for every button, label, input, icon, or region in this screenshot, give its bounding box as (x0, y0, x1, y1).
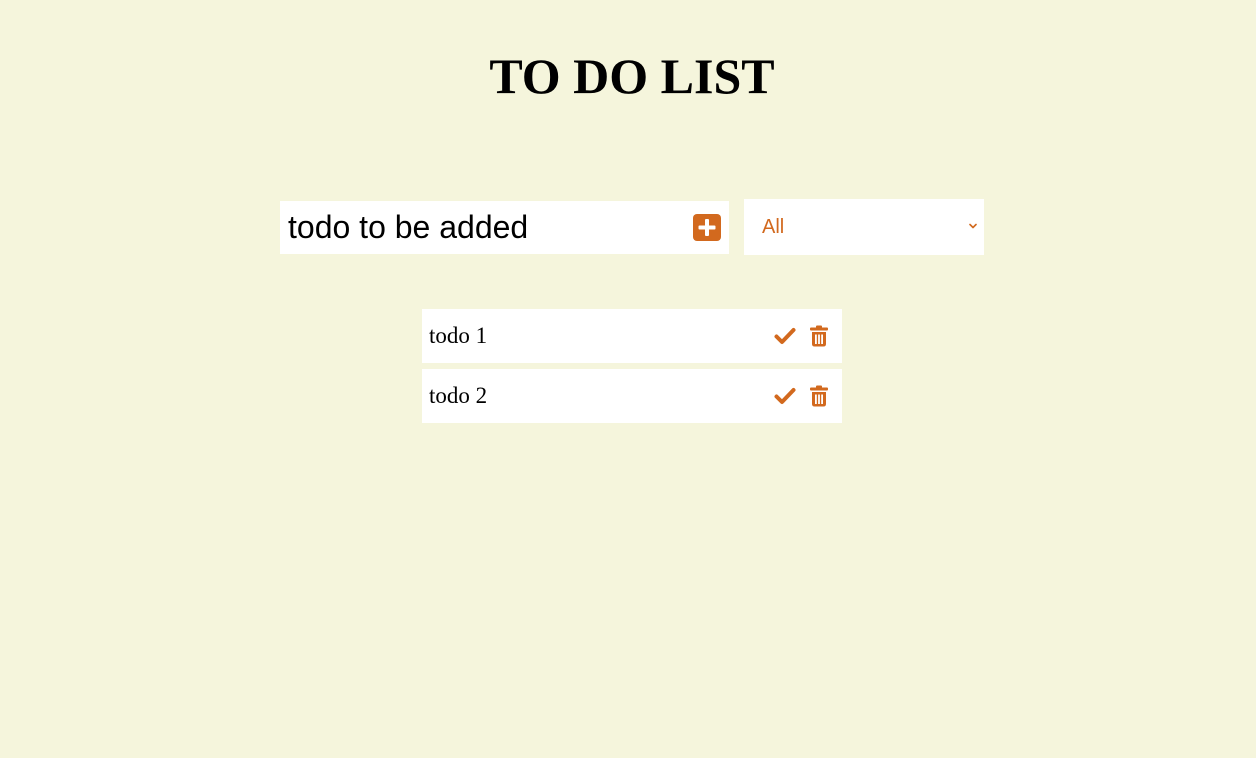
complete-button[interactable] (774, 326, 796, 346)
plus-square-icon (698, 219, 716, 236)
todo-item: todo 2 (422, 369, 842, 423)
filter-select[interactable]: All (744, 199, 984, 255)
add-todo-button[interactable] (693, 214, 721, 241)
todo-item: todo 1 (422, 309, 842, 363)
complete-button[interactable] (774, 386, 796, 406)
todo-form (280, 201, 729, 254)
todo-input[interactable] (280, 201, 685, 254)
delete-button[interactable] (810, 325, 828, 347)
todo-list: todo 1 todo 2 (422, 309, 842, 429)
delete-button[interactable] (810, 385, 828, 407)
chevron-down-icon (969, 223, 977, 229)
filter-selected-value: All (762, 216, 785, 238)
check-icon (774, 388, 796, 404)
check-icon (774, 328, 796, 344)
trash-icon (810, 385, 828, 407)
page-title: TO DO LIST (489, 48, 775, 104)
todo-text: todo 1 (429, 323, 488, 348)
trash-icon (810, 325, 828, 347)
todo-text: todo 2 (429, 383, 488, 408)
